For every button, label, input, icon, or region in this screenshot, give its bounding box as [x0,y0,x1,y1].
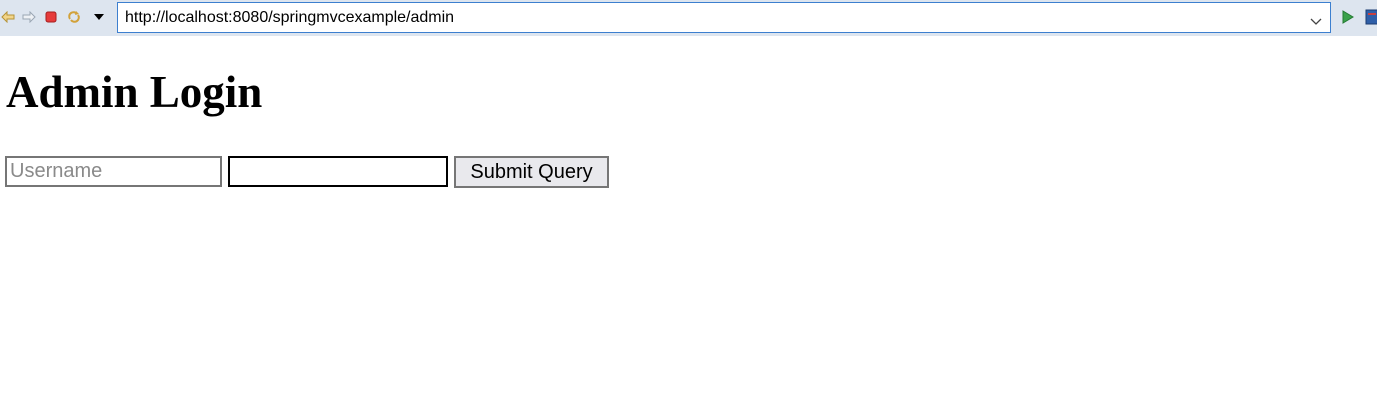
page-content: Admin Login Submit Query [0,36,1377,409]
chevron-down-icon[interactable] [1310,13,1322,25]
browser-toolbar: http://localhost:8080/springmvcexample/a… [0,0,1377,36]
dropdown-arrow-icon[interactable] [91,9,107,25]
page-title: Admin Login [6,67,263,117]
submit-button[interactable]: Submit Query [454,156,609,188]
refresh-icon[interactable] [66,9,82,25]
address-bar[interactable]: http://localhost:8080/springmvcexample/a… [117,2,1331,33]
password-input[interactable] [228,156,448,187]
username-input[interactable] [5,156,222,187]
back-arrow-icon[interactable] [0,9,16,25]
go-arrow-icon[interactable] [1340,9,1356,25]
url-text[interactable]: http://localhost:8080/springmvcexample/a… [125,9,454,27]
window-icon[interactable] [1365,9,1377,25]
forward-arrow-icon[interactable] [21,9,37,25]
stop-icon[interactable] [43,9,59,25]
